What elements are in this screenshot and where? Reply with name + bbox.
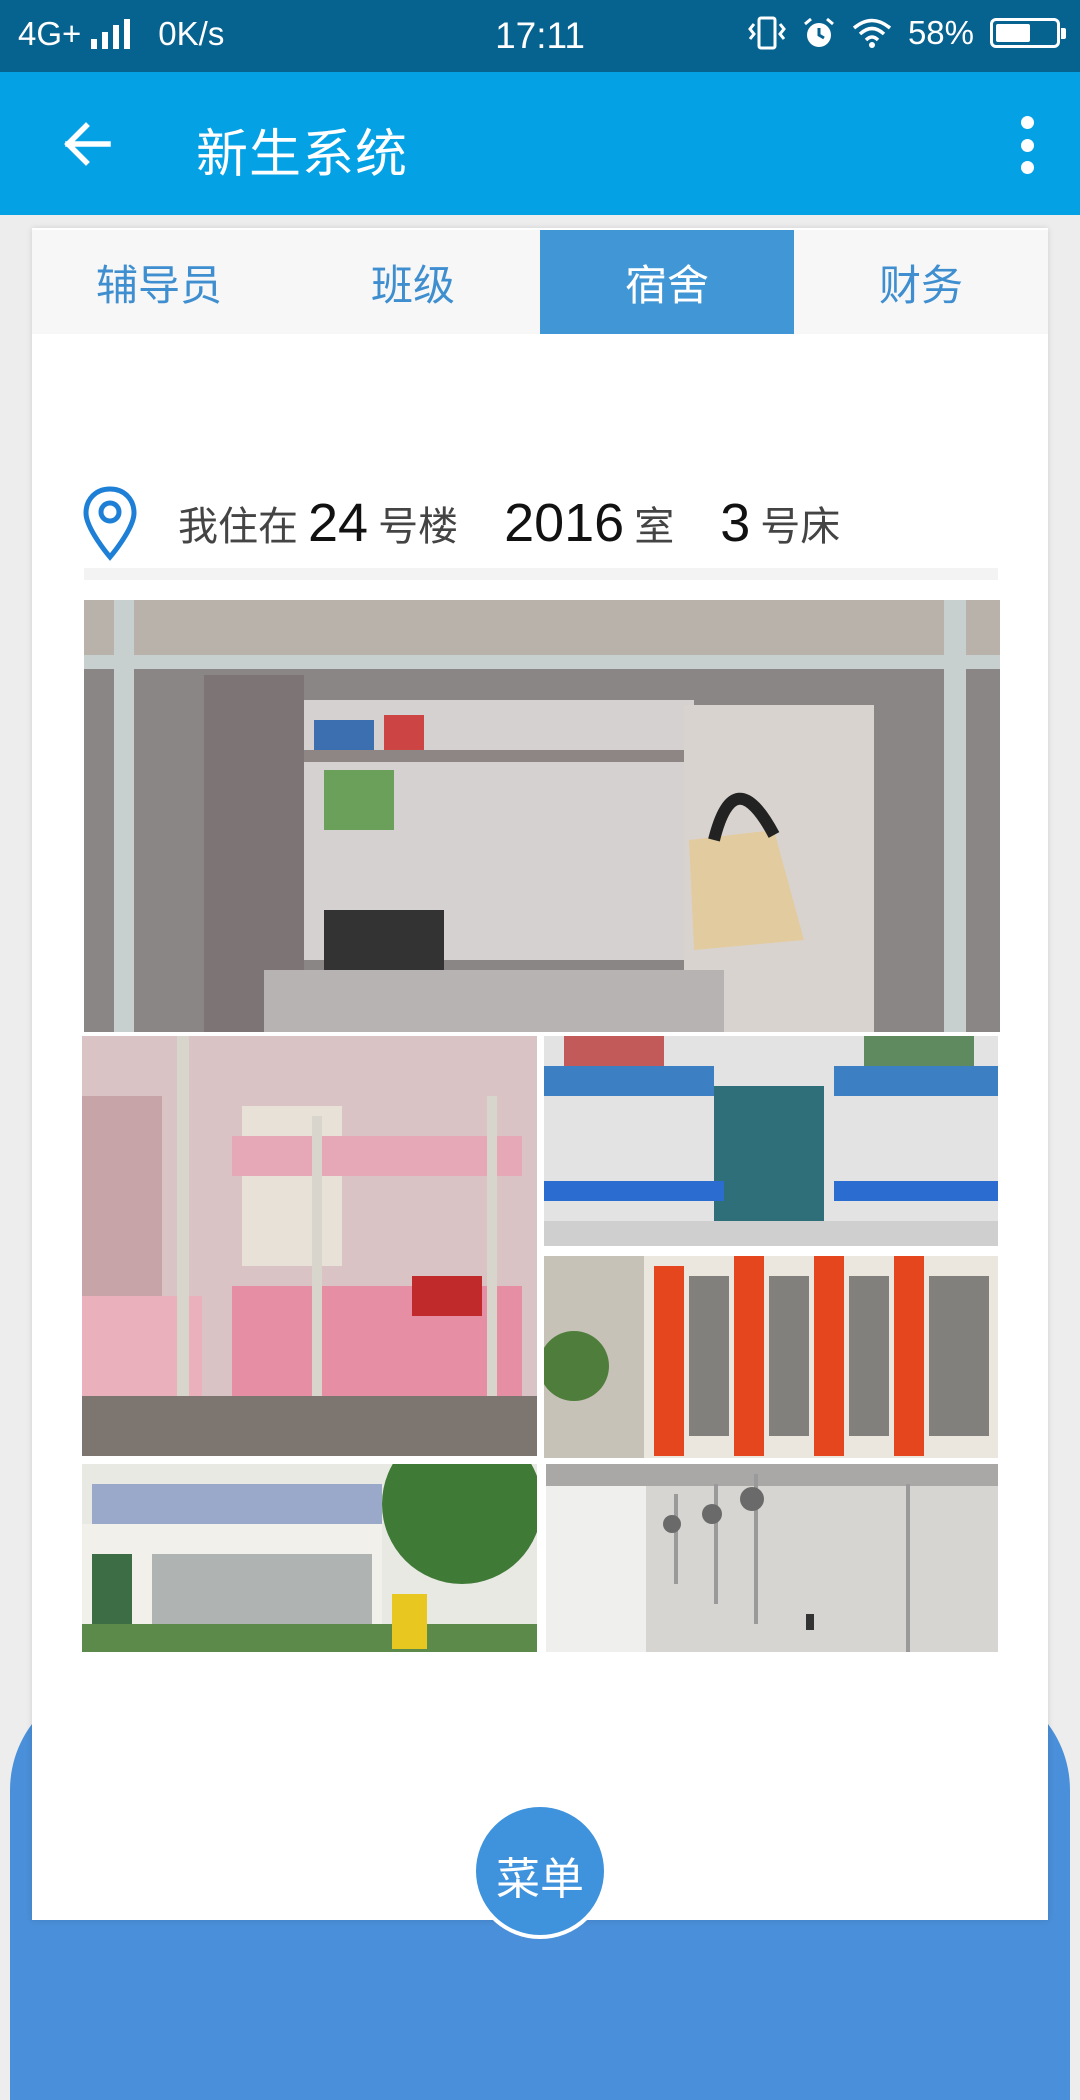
bed-unit: 号床 bbox=[760, 504, 841, 550]
tab-bar: 辅导员 班级 宿舍 财务 bbox=[32, 230, 1048, 334]
vibrate-icon bbox=[748, 16, 786, 50]
photo-bunk-beds-pink[interactable] bbox=[82, 1036, 537, 1456]
room-unit: 室 bbox=[634, 504, 675, 550]
tab-class[interactable]: 班级 bbox=[286, 230, 540, 334]
tab-dormitory[interactable]: 宿舍 bbox=[540, 230, 794, 334]
tab-finance[interactable]: 财务 bbox=[794, 230, 1048, 334]
app-bar: 新生系统 bbox=[0, 72, 1080, 215]
status-bar: 4G+ 0K/s 17:11 58% bbox=[0, 0, 1080, 72]
wifi-icon bbox=[852, 18, 892, 48]
page-title: 新生系统 bbox=[196, 125, 409, 185]
menu-button[interactable]: 菜单 bbox=[472, 1803, 608, 1939]
photo-bunk-beds-blue[interactable] bbox=[544, 1036, 998, 1246]
building-unit: 号楼 bbox=[378, 504, 459, 550]
address-prefix: 我住在 bbox=[178, 504, 298, 550]
photo-dorm-building-laundry[interactable] bbox=[82, 1464, 537, 1652]
divider bbox=[84, 568, 998, 580]
battery-icon bbox=[990, 18, 1066, 48]
photo-dorm-building-orange[interactable] bbox=[544, 1256, 998, 1458]
alarm-icon bbox=[803, 17, 834, 47]
building-number: 24 bbox=[308, 493, 369, 553]
more-vertical-icon[interactable] bbox=[1012, 116, 1042, 174]
photo-dorm-desk[interactable] bbox=[84, 600, 1000, 1032]
photo-shower-room[interactable] bbox=[546, 1464, 998, 1652]
dorm-address: 我住在 24 号楼 2016 室 3 号床 bbox=[82, 468, 840, 578]
bed-number: 3 bbox=[720, 493, 751, 553]
room-number: 2016 bbox=[504, 493, 625, 553]
content-card: 辅导员 班级 宿舍 财务 我住在 24 号楼 2016 室 3 号床 bbox=[32, 228, 1048, 1920]
battery-percent: 58% bbox=[907, 14, 974, 51]
location-pin-icon bbox=[83, 486, 137, 561]
arrow-left-icon[interactable] bbox=[58, 114, 118, 174]
tab-counselor[interactable]: 辅导员 bbox=[32, 230, 286, 334]
